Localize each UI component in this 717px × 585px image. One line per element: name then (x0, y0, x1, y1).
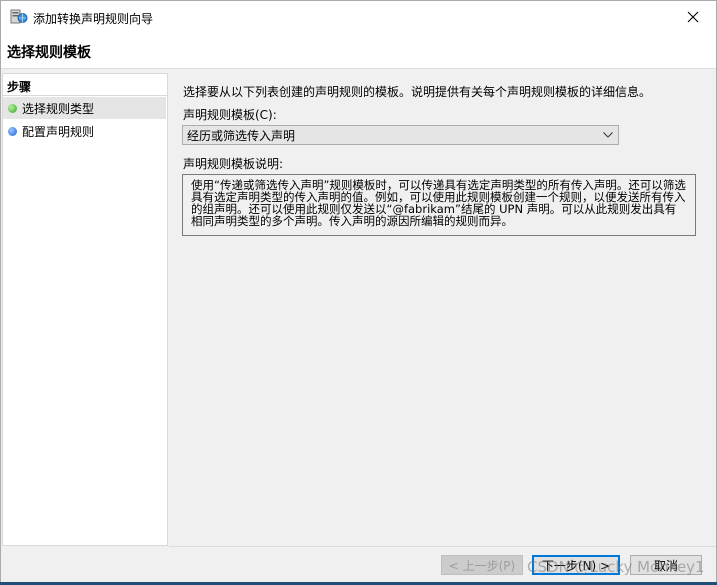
back-button[interactable]: < 上一步(P) (441, 555, 523, 575)
step-current-icon (8, 103, 17, 113)
template-label: 声明规则模板(C): (183, 108, 277, 122)
main-panel: 选择要从以下列表创建的声明规则的模板。说明提供有关每个声明规则模板的详细信息。 … (169, 73, 716, 546)
step-label: 选择规则类型 (22, 101, 95, 116)
next-button[interactable]: 下一步(N) > (532, 555, 620, 575)
steps-heading: 步骤 (7, 80, 32, 94)
steps-sidebar: 步骤 选择规则类型 配置声明规则 (2, 73, 168, 546)
wizard-window: 添加转换声明规则向导 选择规则模板 步骤 选择规则类型 配置声明规则 选择要从以… (0, 0, 717, 585)
page-header: 选择规则模板 (1, 33, 716, 69)
title-bar: 添加转换声明规则向导 (1, 1, 716, 33)
close-button[interactable] (670, 1, 716, 33)
step-configure-claim-rule[interactable]: 配置声明规则 (3, 120, 166, 142)
cancel-button[interactable]: 取消 (630, 555, 702, 575)
description-label: 声明规则模板说明: (183, 157, 284, 171)
template-description: 使用“传递或筛选传入声明”规则模板时，可以传递具有选定声明类型的所有传入声明。还… (182, 174, 696, 236)
page-title: 选择规则模板 (7, 45, 91, 61)
step-pending-icon (8, 126, 17, 136)
step-choose-rule-type[interactable]: 选择规则类型 (3, 97, 166, 119)
intro-text: 选择要从以下列表创建的声明规则的模板。说明提供有关每个声明规则模板的详细信息。 (183, 85, 652, 99)
template-dropdown[interactable]: 经历或筛选传入声明 (182, 125, 619, 145)
steps-divider (3, 95, 167, 96)
footer-divider (169, 546, 716, 547)
chevron-down-icon (598, 132, 618, 138)
step-label: 配置声明规则 (22, 124, 95, 139)
template-selected-value: 经历或筛选传入声明 (187, 128, 296, 143)
server-icon (10, 9, 28, 25)
window-title: 添加转换声明规则向导 (33, 12, 154, 26)
close-icon (687, 11, 699, 23)
